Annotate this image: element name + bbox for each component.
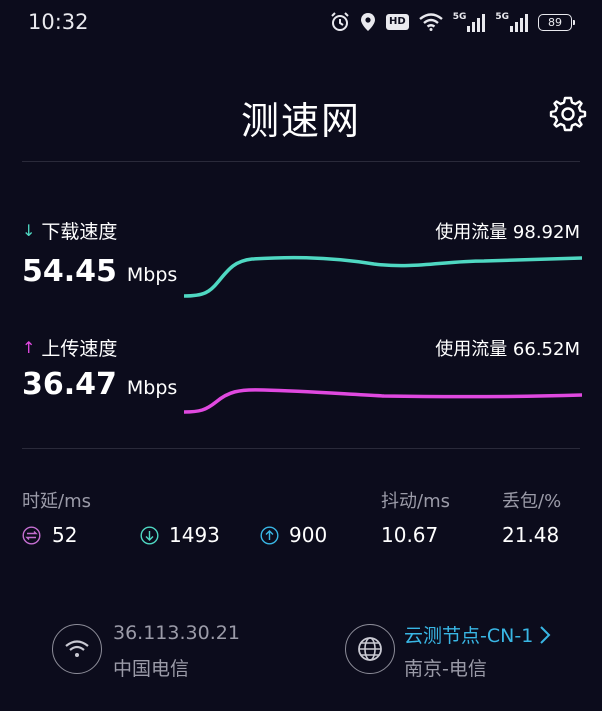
wifi-icon [65,640,89,657]
isp-name: 中国电信 [113,658,190,680]
gear-icon [549,96,587,132]
status-time: 10:32 [28,10,89,34]
globe-icon [358,637,382,661]
battery-icon: 89 [538,13,575,31]
hd-icon: HD [386,14,409,30]
header-divider [22,161,580,162]
download-latency-icon [140,525,159,545]
stats-divider [22,448,580,449]
arrow-down-icon: ↓ [22,221,36,240]
signal-icon: 5G [495,12,528,32]
jitter-label: 抖动/ms [381,491,450,512]
settings-button[interactable] [548,94,588,134]
download-latency: 1493 [140,523,220,547]
packet-loss-value: 21.48 [502,523,560,547]
connection-icon [52,624,102,674]
upload-label-row: ↑ 上传速度 [22,334,117,361]
wifi-icon [418,13,443,31]
upload-label: 上传速度 [41,338,118,360]
idle-latency: 52 [22,523,77,547]
download-usage: 使用流量 98.92M [435,222,580,243]
upload-usage: 使用流量 66.52M [435,339,580,360]
jitter-value: 10.67 [381,523,439,547]
node-selector[interactable]: 云测节点-CN-1 [404,621,551,648]
ip-address: 36.113.30.21 [113,622,240,644]
latency-label: 时延/ms [22,491,91,512]
node-name: 云测节点-CN-1 [404,625,534,647]
upload-latency: 900 [260,523,327,547]
status-icons: HD 5G 5G 89 [330,12,575,32]
app-title: 测速网 [240,99,361,143]
download-latency-value: 1493 [169,523,220,547]
node-location: 南京-电信 [404,658,487,680]
location-icon [360,12,376,32]
idle-latency-icon [22,525,41,545]
arrow-up-icon: ↑ [22,338,36,357]
upload-value: 36.47 [22,367,117,402]
upload-sparkline [184,388,582,414]
alarm-icon [330,12,350,32]
download-label: 下载速度 [41,221,118,243]
idle-latency-value: 52 [52,523,78,547]
download-value: 54.45 [22,254,117,289]
chevron-right-icon [540,625,551,644]
node-icon [345,624,395,674]
loss-label: 丢包/% [502,491,562,512]
upload-speed: 36.47 Mbps [22,367,177,402]
upload-latency-icon [260,525,279,545]
download-sparkline [184,255,582,298]
download-speed: 54.45 Mbps [22,254,177,289]
signal-icon: 5G [453,12,486,32]
upload-unit: Mbps [126,377,178,399]
download-unit: Mbps [126,264,178,286]
download-label-row: ↓ 下载速度 [22,217,117,244]
upload-latency-value: 900 [289,523,328,547]
